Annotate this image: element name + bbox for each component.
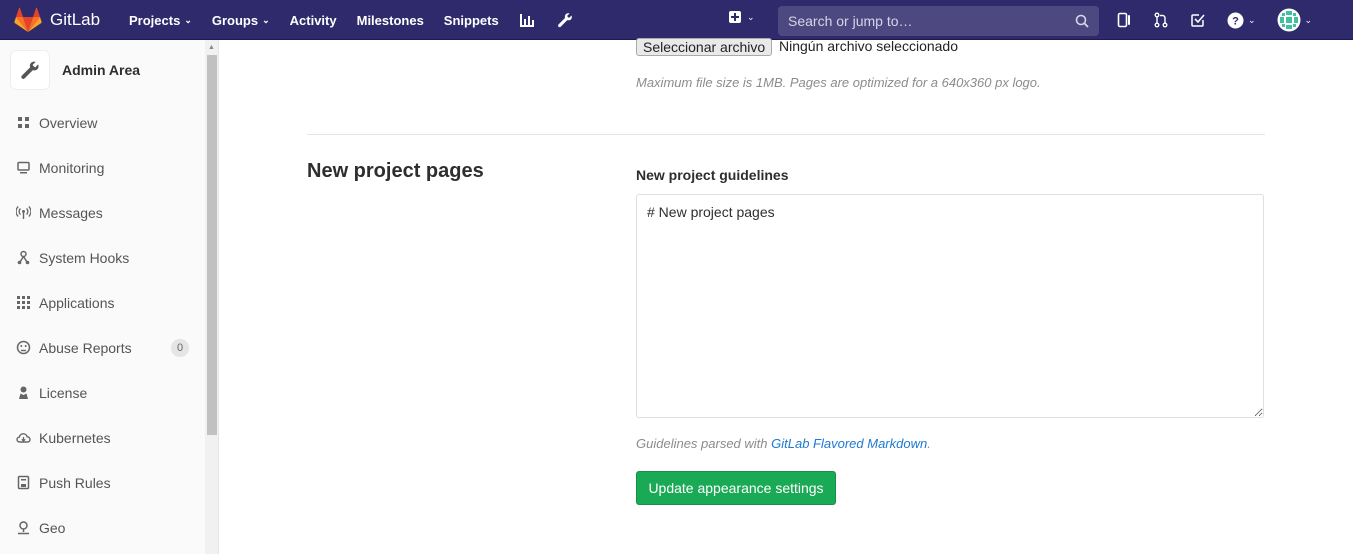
gitlab-home-link[interactable]: GitLab bbox=[14, 7, 100, 33]
sidebar-item-label: Abuse Reports bbox=[39, 339, 132, 356]
sidebar-item-label: Geo bbox=[39, 519, 66, 536]
push-rules-icon bbox=[17, 475, 30, 490]
todo-check-icon bbox=[1191, 14, 1205, 27]
help-icon: ? bbox=[1227, 12, 1244, 28]
search-box[interactable] bbox=[778, 6, 1099, 36]
gitlab-flavored-markdown-link[interactable]: GitLab Flavored Markdown bbox=[771, 436, 927, 451]
sidebar-item-push-rules[interactable]: Push Rules bbox=[0, 460, 205, 505]
top-navbar: GitLab Projects ⌄ Groups ⌄ Activity Mile… bbox=[0, 0, 1353, 40]
sidebar-scrollbar-thumb[interactable] bbox=[207, 55, 217, 435]
sidebar-item-overview[interactable]: Overview bbox=[0, 100, 205, 145]
sidebar-header[interactable]: Admin Area bbox=[10, 50, 140, 90]
sidebar-item-geo[interactable]: Geo bbox=[0, 505, 205, 550]
guidelines-help-text: Guidelines parsed with GitLab Flavored M… bbox=[636, 436, 931, 451]
section-title: New project pages bbox=[307, 160, 484, 182]
admin-area-avatar bbox=[10, 50, 50, 90]
chevron-down-icon: ⌄ bbox=[262, 15, 270, 25]
search-icon bbox=[1075, 14, 1089, 28]
sidebar-item-abuse-reports[interactable]: Abuse Reports 0 bbox=[0, 325, 205, 370]
nav-snippets-label: Snippets bbox=[443, 12, 499, 28]
scroll-up-arrow-icon[interactable]: ▲ bbox=[208, 44, 215, 51]
sidebar-item-label: Applications bbox=[39, 294, 115, 311]
kubernetes-cloud-icon bbox=[16, 433, 31, 443]
guidelines-help-prefix: Guidelines parsed with bbox=[636, 436, 772, 451]
sidebar-item-label: System Hooks bbox=[39, 249, 130, 266]
sidebar-item-label: License bbox=[39, 384, 88, 401]
logo-file-select-button[interactable]: Seleccionar archivo bbox=[636, 38, 773, 56]
sidebar-toggle-button[interactable] bbox=[1116, 12, 1132, 28]
help-dropdown[interactable]: ? ⌄ bbox=[1227, 12, 1256, 29]
logo-help-text: Maximum file size is 1MB. Pages are opti… bbox=[636, 75, 1041, 90]
sidebar-item-system-hooks[interactable]: System Hooks bbox=[0, 235, 205, 280]
nav-activity-label: Activity bbox=[289, 12, 337, 28]
overview-grid-icon bbox=[18, 117, 29, 128]
nav-projects-dropdown[interactable]: Projects ⌄ bbox=[129, 13, 192, 28]
nav-milestones-link[interactable]: Milestones bbox=[357, 13, 424, 28]
hook-icon bbox=[17, 250, 30, 265]
plus-square-icon bbox=[729, 11, 741, 23]
gitlab-brand-text: GitLab bbox=[50, 10, 101, 29]
abuse-face-icon bbox=[16, 340, 31, 355]
sidebar-title: Admin Area bbox=[62, 62, 141, 78]
license-icon bbox=[19, 386, 28, 399]
sidebar-item-label: Kubernetes bbox=[39, 429, 111, 446]
search-input[interactable] bbox=[788, 13, 1058, 29]
chevron-down-icon: ⌄ bbox=[747, 11, 755, 22]
geo-pin-icon bbox=[18, 521, 29, 535]
merge-request-icon bbox=[1154, 12, 1168, 28]
sidebar-item-monitoring[interactable]: Monitoring bbox=[0, 145, 205, 190]
nav-milestones-label: Milestones bbox=[356, 12, 424, 28]
nav-activity-link[interactable]: Activity bbox=[290, 13, 337, 28]
sidebar-toggle-icon bbox=[1117, 12, 1130, 28]
svg-text:?: ? bbox=[1232, 15, 1239, 27]
sidebar-item-label: Monitoring bbox=[39, 159, 105, 176]
new-project-guidelines-textarea[interactable]: # New project pages bbox=[636, 194, 1264, 418]
update-appearance-settings-button[interactable]: Update appearance settings bbox=[636, 471, 836, 505]
admin-sidebar: Admin Area Overview Monitoring Messages bbox=[0, 40, 219, 554]
file-input-status: Ningún archivo seleccionado bbox=[779, 38, 958, 54]
user-avatar bbox=[1277, 8, 1301, 32]
guidelines-label: New project guidelines bbox=[636, 167, 789, 183]
new-item-dropdown[interactable]: ⌄ bbox=[729, 11, 755, 23]
chart-icon[interactable] bbox=[519, 12, 535, 28]
wrench-icon[interactable] bbox=[557, 12, 573, 28]
monitor-icon bbox=[17, 161, 30, 174]
chevron-down-icon: ⌄ bbox=[184, 15, 192, 25]
sidebar-item-messages[interactable]: Messages bbox=[0, 190, 205, 235]
sidebar-item-label: Overview bbox=[39, 114, 98, 131]
wrench-icon bbox=[21, 61, 39, 79]
chevron-down-icon: ⌄ bbox=[1248, 14, 1256, 25]
sidebar-item-license[interactable]: License bbox=[0, 370, 205, 415]
nav-projects-label: Projects bbox=[129, 12, 181, 28]
merge-requests-button[interactable] bbox=[1153, 12, 1169, 28]
sidebar-item-label: Messages bbox=[39, 204, 103, 221]
chevron-down-icon: ⌄ bbox=[1304, 14, 1313, 25]
abuse-reports-count-badge: 0 bbox=[171, 339, 189, 357]
user-nav-icons: ? ⌄ ⌄ bbox=[1116, 0, 1333, 40]
apps-grid-icon bbox=[17, 296, 30, 309]
gitlab-logo-icon bbox=[14, 7, 42, 32]
section-divider bbox=[307, 134, 1265, 135]
nav-snippets-link[interactable]: Snippets bbox=[444, 13, 499, 28]
sidebar-item-applications[interactable]: Applications bbox=[0, 280, 205, 325]
todos-button[interactable] bbox=[1190, 12, 1206, 28]
user-menu-dropdown[interactable]: ⌄ bbox=[1277, 8, 1313, 32]
nav-groups-label: Groups bbox=[211, 12, 259, 28]
sidebar-item-label: Push Rules bbox=[39, 474, 111, 491]
main-nav-links: Projects ⌄ Groups ⌄ Activity Milestones … bbox=[129, 0, 595, 40]
nav-groups-dropdown[interactable]: Groups ⌄ bbox=[212, 13, 270, 28]
broadcast-icon bbox=[16, 206, 31, 219]
guidelines-help-suffix: . bbox=[927, 436, 931, 451]
sidebar-item-kubernetes[interactable]: Kubernetes bbox=[0, 415, 205, 460]
